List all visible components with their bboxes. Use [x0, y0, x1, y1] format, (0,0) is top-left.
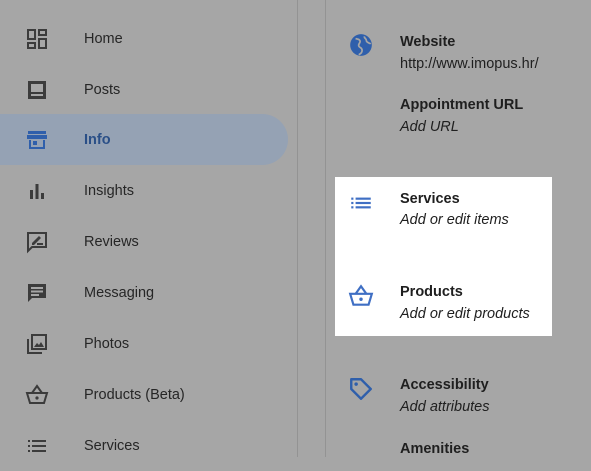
list-icon — [348, 190, 374, 216]
globe-icon — [348, 32, 374, 58]
products-value[interactable]: Add or edit products — [400, 306, 530, 322]
sidebar-item-insights[interactable]: Insights — [0, 165, 288, 216]
basket-icon — [25, 383, 49, 407]
sidebar-item-label: Products (Beta) — [84, 386, 185, 403]
sidebar-item-label: Services — [84, 437, 140, 454]
photos-icon — [25, 332, 49, 356]
accessibility-value[interactable]: Add attributes — [400, 399, 489, 415]
amenities-title: Amenities — [400, 441, 470, 457]
divider — [325, 0, 326, 457]
list-icon — [25, 434, 49, 458]
sidebar-item-services[interactable]: Services — [0, 420, 288, 471]
sidebar-item-label: Posts — [84, 81, 121, 98]
products-title: Products — [400, 284, 463, 300]
bar-chart-icon — [25, 179, 49, 203]
sidebar-item-products[interactable]: Products (Beta) — [0, 369, 288, 420]
sidebar-item-label: Home — [84, 30, 123, 47]
appointment-value[interactable]: Add URL — [400, 119, 459, 135]
sidebar-item-messaging[interactable]: Messaging — [0, 267, 288, 318]
basket-icon — [348, 283, 374, 309]
sidebar-item-info[interactable]: Info — [0, 114, 288, 165]
message-icon — [25, 281, 49, 305]
sidebar-item-reviews[interactable]: Reviews — [0, 216, 288, 267]
services-value[interactable]: Add or edit items — [400, 212, 509, 228]
sidebar: Home Posts Info Insights Reviews Messagi… — [0, 0, 297, 457]
website-value[interactable]: http://www.imopus.hr/ — [400, 56, 539, 72]
sidebar-item-label: Reviews — [84, 233, 139, 250]
appointment-title: Appointment URL — [400, 97, 524, 113]
tag-icon — [348, 376, 374, 402]
posts-icon — [25, 78, 49, 102]
sidebar-item-posts[interactable]: Posts — [0, 64, 288, 115]
divider — [297, 0, 298, 457]
services-title: Services — [400, 191, 460, 207]
sidebar-item-photos[interactable]: Photos — [0, 318, 288, 369]
reviews-icon — [25, 230, 49, 254]
storefront-icon — [25, 128, 49, 152]
dashboard-icon — [25, 27, 49, 51]
sidebar-item-home[interactable]: Home — [0, 13, 288, 64]
accessibility-title: Accessibility — [400, 377, 489, 393]
sidebar-item-label: Insights — [84, 182, 134, 199]
sidebar-item-label: Info — [84, 131, 111, 148]
sidebar-item-label: Photos — [84, 335, 130, 352]
sidebar-item-label: Messaging — [84, 284, 155, 301]
website-title: Website — [400, 34, 456, 50]
